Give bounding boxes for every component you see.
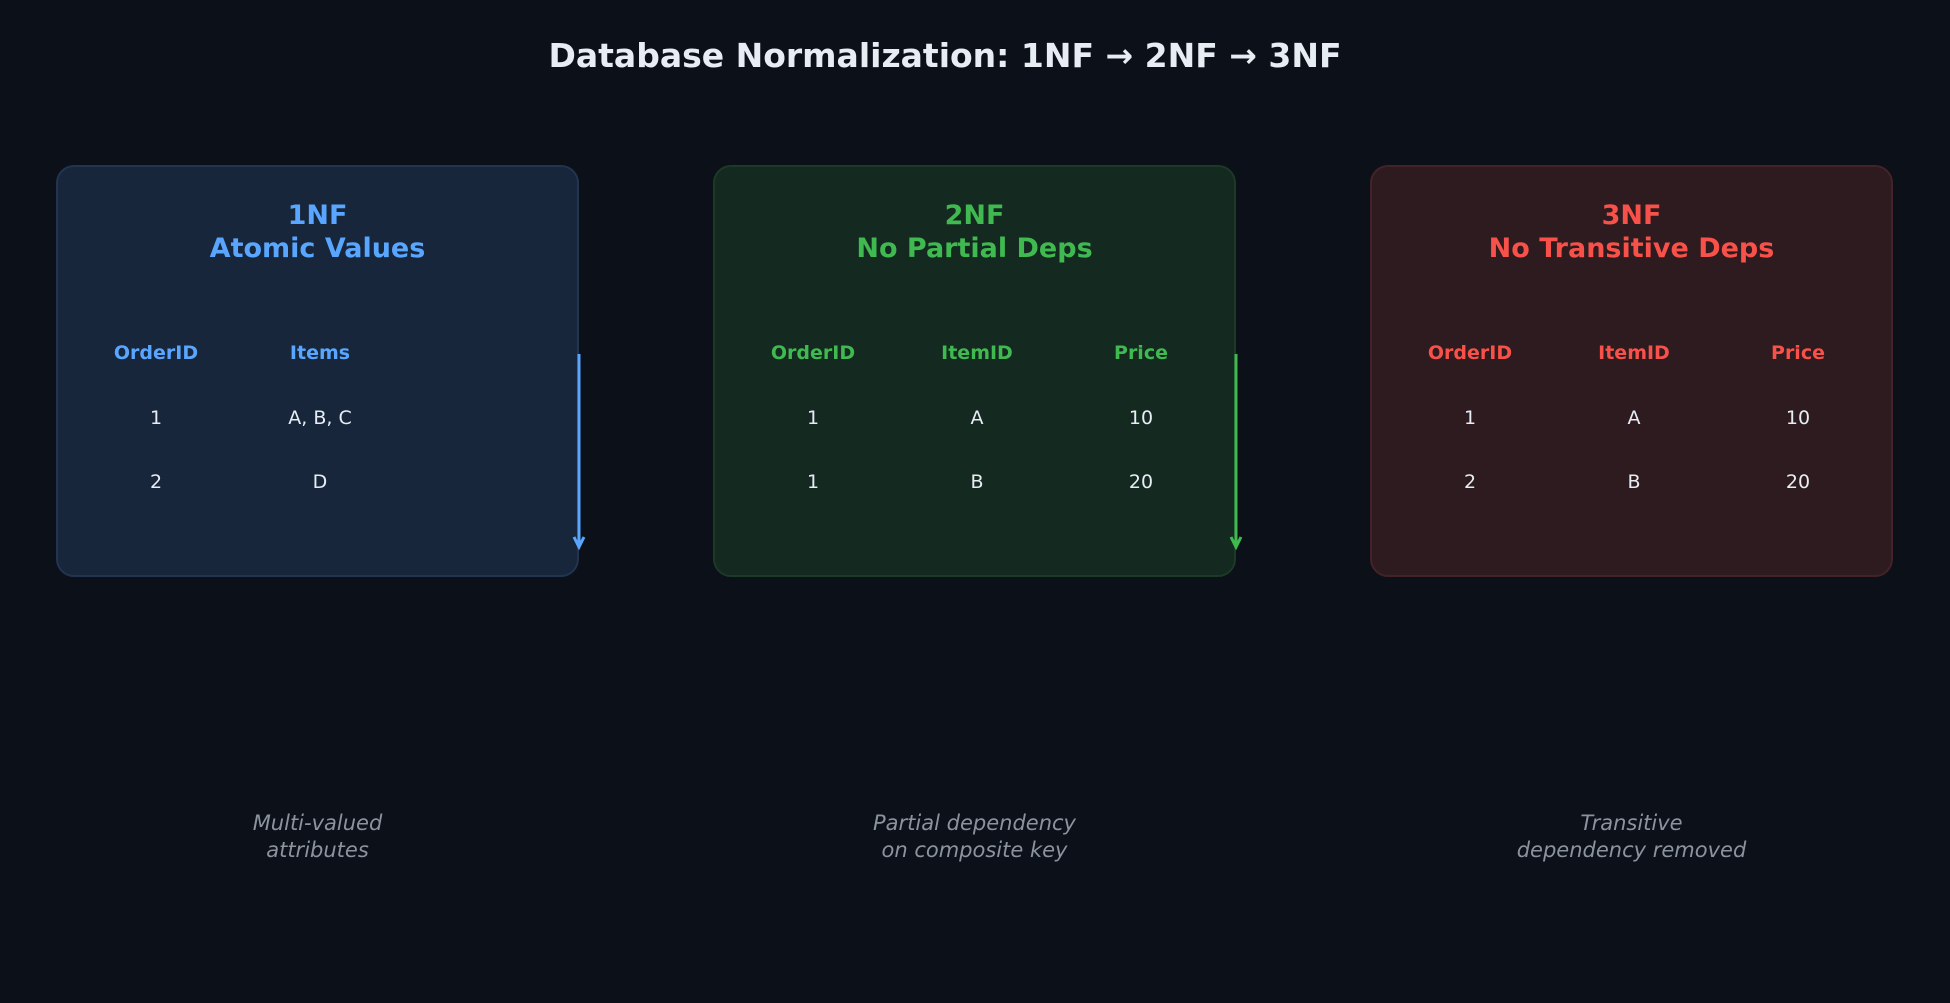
table-cell: B — [1627, 471, 1641, 493]
table-cell: 1 — [1463, 407, 1477, 429]
table-cell: D — [312, 471, 328, 493]
table-header-cell: OrderID — [1427, 342, 1513, 364]
table-header-cell: Price — [1771, 342, 1825, 364]
transition-arrow-icon — [1229, 354, 1243, 551]
table-cell: 10 — [1128, 407, 1154, 429]
table-cell: A — [970, 407, 984, 429]
note-line: Partial dependency — [873, 811, 1076, 835]
note-line: Transitive — [1580, 811, 1683, 835]
panel-title: 2NF No Partial Deps — [715, 199, 1234, 265]
table-cell: 1 — [806, 471, 820, 493]
table-header-cell: OrderID — [113, 342, 199, 364]
table-cell: 1 — [806, 407, 820, 429]
panel-3nf: 3NF No Transitive Deps OrderID ItemID Price 1… — [1370, 165, 1893, 577]
note-line: Multi-valued — [252, 811, 383, 835]
panel-title: 3NF No Transitive Deps — [1372, 199, 1891, 265]
note-line: dependency removed — [1516, 838, 1747, 862]
table-cell: 1 — [149, 407, 163, 429]
table-cell: 10 — [1785, 407, 1811, 429]
table-header-cell: Price — [1114, 342, 1168, 364]
table-header-cell: ItemID — [941, 342, 1013, 364]
table-cell: 20 — [1785, 471, 1811, 493]
panel-2nf: 2NF No Partial Deps OrderID ItemID Price 1 A 10… — [713, 165, 1236, 577]
note-line: attributes — [266, 838, 369, 862]
panel-1nf: 1NF Atomic Values OrderID Items 1 A, B, C 2 D — [56, 165, 579, 577]
table-cell: 2 — [1463, 471, 1477, 493]
table-header-cell: OrderID — [770, 342, 856, 364]
panel-title-rule: Atomic Values — [209, 233, 426, 264]
table-header-cell: Items — [289, 342, 351, 364]
panel-title-level: 1NF — [287, 200, 348, 231]
transition-arrow-icon — [572, 354, 586, 551]
table-cell: 2 — [149, 471, 163, 493]
panel-note-3nf: Transitive dependency removed — [1432, 810, 1832, 864]
panel-title-rule: No Partial Deps — [856, 233, 1093, 264]
panel-title-level: 3NF — [1601, 200, 1662, 231]
table-cell: 20 — [1128, 471, 1154, 493]
panel-title-level: 2NF — [944, 200, 1005, 231]
table-cell: A — [1627, 407, 1641, 429]
panel-title-rule: No Transitive Deps — [1488, 233, 1775, 264]
table-cell: B — [970, 471, 984, 493]
diagram-title: Database Normalization: 1NF → 2NF → 3NF — [548, 36, 1342, 75]
table-cell: A, B, C — [288, 407, 352, 429]
table-header-cell: ItemID — [1598, 342, 1670, 364]
panel-note-2nf: Partial dependency on composite key — [775, 810, 1175, 864]
panel-title: 1NF Atomic Values — [58, 199, 577, 265]
note-line: on composite key — [881, 838, 1068, 862]
diagram-canvas: Database Normalization: 1NF → 2NF → 3NF … — [0, 0, 1950, 1003]
panel-note-1nf: Multi-valued attributes — [118, 810, 518, 864]
